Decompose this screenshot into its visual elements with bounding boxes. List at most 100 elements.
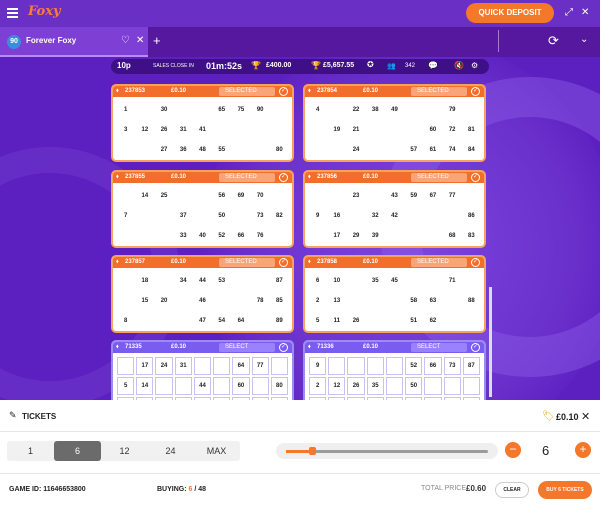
ticket-grid: 17 24 31 64 77 5 14 44 60 80 <box>116 356 289 400</box>
ticket-number: 36 <box>179 147 187 153</box>
menu-icon[interactable] <box>7 8 18 18</box>
chevron-down-icon[interactable]: ⌄ <box>580 34 588 45</box>
settings-icon[interactable]: ⚙ <box>471 61 478 70</box>
ticket-number: 40 <box>199 233 206 239</box>
ticket-number: 12 <box>328 377 346 395</box>
select-status-button[interactable]: SELECTED <box>219 173 275 182</box>
check-icon[interactable]: ✓ <box>279 343 288 352</box>
ticket-number <box>327 140 346 160</box>
expand-icon[interactable]: ⤢ <box>565 7 573 19</box>
heart-icon[interactable]: ♡ <box>121 35 130 46</box>
prize-1: £400.00 <box>266 62 292 69</box>
select-status-button[interactable]: SELECTED <box>219 258 275 267</box>
ticket-number: 69 <box>237 193 245 199</box>
ticket-number: 38 <box>371 107 379 113</box>
option-6[interactable]: 6 <box>54 441 101 461</box>
ticket-card[interactable]: ⬧ 237853 £0.10 SELECTED ✓ 1 30 65 75 90 3 12 26 31 41 2… <box>111 84 294 162</box>
ticket-number: 78 <box>256 298 264 304</box>
ticket-card[interactable]: ⬧ 71335 £0.10 SELECT ✓ 17 24 31 64 77 5 14 44 60 80 <box>111 340 294 400</box>
select-status-button[interactable]: SELECTED <box>219 87 275 96</box>
option-12[interactable]: 12 <box>101 441 148 461</box>
check-icon[interactable]: ✓ <box>279 173 288 182</box>
mute-icon[interactable]: 🔇 <box>454 61 464 70</box>
ticket-id: 237854 <box>317 88 338 94</box>
clear-button[interactable]: CLEAR <box>495 482 529 498</box>
refresh-icon[interactable]: ⟳ <box>548 33 559 49</box>
ticket-number <box>443 291 462 311</box>
ticket-number: 26 <box>352 318 360 324</box>
scrollbar[interactable] <box>489 287 492 397</box>
ticket-number <box>231 120 250 140</box>
ticket-header: ⬧ 237858 £0.10 SELECTED ✓ <box>305 257 484 268</box>
ticket-number <box>155 377 173 395</box>
ticket-number: 16 <box>333 213 341 219</box>
chat-icon[interactable]: 💬 <box>428 61 438 70</box>
panel-footer: GAME ID: 11646653800 BUYING: 6 / 48 TOTA… <box>0 473 600 506</box>
tab-forever-foxy[interactable]: 90 Forever Foxy ♡ ✕ <box>0 27 148 57</box>
ticket-header: ⬧ 237855 £0.10 SELECTED ✓ <box>113 172 292 183</box>
ticket-number: 86 <box>468 213 475 219</box>
ticket-number <box>423 226 442 246</box>
ticket-number <box>366 140 385 160</box>
decrease-button[interactable]: − <box>505 442 521 458</box>
quick-deposit-button[interactable]: QUICK DEPOSIT <box>466 3 554 23</box>
ticket-number <box>404 100 423 120</box>
ticket-number <box>116 226 135 246</box>
ticket-number: 66 <box>237 233 245 239</box>
check-icon[interactable]: ✓ <box>471 173 480 182</box>
ticket-number <box>366 311 385 331</box>
ticket-card[interactable]: ⬧ 237857 £0.10 SELECTED ✓ 18 34 44 53 87 15 20 46 78 8… <box>111 255 294 333</box>
ticket-number: 58 <box>410 298 418 304</box>
ticket-card[interactable]: ⬧ 237854 £0.10 SELECTED ✓ 4 22 38 49 79 19 21 60 72 81… <box>303 84 486 162</box>
add-tab-icon[interactable]: + <box>153 33 161 48</box>
ticket-number: 48 <box>199 147 206 153</box>
select-status-button[interactable]: SELECT <box>411 343 467 352</box>
option-max[interactable]: MAX <box>193 441 240 461</box>
ticket-number: 60 <box>429 127 437 133</box>
buy-tickets-button[interactable]: BUY 6 TICKETS <box>538 481 592 499</box>
tab-row: 90 Forever Foxy ♡ ✕ + ⟳ ⌄ <box>0 27 600 57</box>
ticket-grid: 4 22 38 49 79 19 21 60 72 81 24 57 61 74 84 <box>308 100 481 160</box>
ticket-number: 4 <box>315 107 320 113</box>
close-panel-icon[interactable]: ✕ <box>581 410 590 423</box>
ticket-number: 83 <box>468 233 475 239</box>
close-tab-icon[interactable]: ✕ <box>136 35 144 46</box>
ticket-number: 17 <box>333 233 341 239</box>
panel-title: TICKETS <box>22 412 57 421</box>
logo: Foxy <box>28 4 61 19</box>
increase-button[interactable]: + <box>575 442 591 458</box>
select-status-button[interactable]: SELECTED <box>411 87 467 96</box>
check-icon[interactable]: ✓ <box>279 258 288 267</box>
ticket-number: 73 <box>443 357 461 375</box>
close-icon[interactable]: ✕ <box>581 7 589 19</box>
option-1[interactable]: 1 <box>7 441 54 461</box>
check-icon[interactable]: ✓ <box>471 87 480 96</box>
ticket-card[interactable]: ⬧ 237856 £0.10 SELECTED ✓ 23 43 59 67 77 9 16 32 42 86… <box>303 170 486 248</box>
ticket-number <box>135 226 154 246</box>
select-status-button[interactable]: SELECTED <box>411 258 467 267</box>
ticket-number <box>213 377 231 395</box>
select-status-button[interactable]: SELECTED <box>411 173 467 182</box>
quantity-slider[interactable] <box>276 443 498 459</box>
ticket-card[interactable]: ⬧ 71336 £0.10 SELECT ✓ 9 52 66 73 87 2 12 26 35 50 <box>303 340 486 400</box>
ticket-number: 23 <box>352 193 360 199</box>
countdown-timer: 01m:52s <box>206 61 243 71</box>
option-24[interactable]: 24 <box>147 441 194 461</box>
ticket-number: 89 <box>276 318 283 324</box>
check-icon[interactable]: ✓ <box>279 87 288 96</box>
ticket-number: 56 <box>218 193 226 199</box>
ticket-number <box>231 271 250 291</box>
ticket-number: 19 <box>333 127 341 133</box>
ticket-card[interactable]: ⬧ 237858 £0.10 SELECTED ✓ 6 10 35 45 71 2 13 58 63 88 5… <box>303 255 486 333</box>
ticket-price: 10p <box>117 61 131 70</box>
select-status-button[interactable]: SELECT <box>219 343 275 352</box>
check-icon[interactable]: ✓ <box>471 343 480 352</box>
ticket-number: 54 <box>218 318 226 324</box>
ticket-number: 35 <box>366 377 384 395</box>
slider-handle[interactable] <box>309 447 317 455</box>
ticket-card[interactable]: ⬧ 237855 £0.10 SELECTED ✓ 14 25 56 69 70 7 37 50 73 82… <box>111 170 294 248</box>
check-icon[interactable]: ✓ <box>471 258 480 267</box>
ticket-number: 68 <box>448 233 456 239</box>
ticket-number <box>308 226 327 246</box>
ticket-number <box>366 291 385 311</box>
